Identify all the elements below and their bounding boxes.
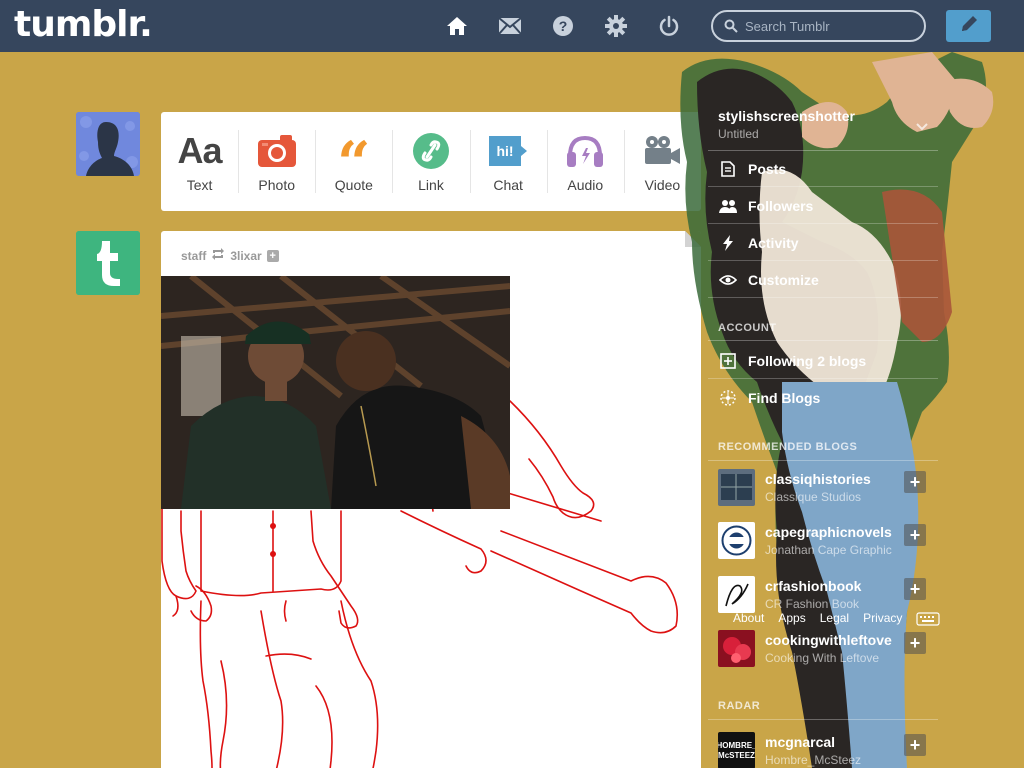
- post-audio-button[interactable]: Audio: [546, 112, 624, 211]
- post-quote-button[interactable]: “ Quote: [315, 112, 392, 211]
- sidebar-item-label: Customize: [748, 271, 819, 288]
- document-icon: [718, 160, 738, 177]
- account-section-header: ACCOUNT: [718, 322, 777, 334]
- search-box[interactable]: [711, 10, 926, 42]
- blog-thumbnail: [718, 630, 755, 667]
- people-icon: [718, 199, 738, 213]
- quote-icon: “: [337, 133, 371, 174]
- lightning-icon: [718, 234, 738, 251]
- footer-link-apps[interactable]: Apps: [778, 611, 805, 625]
- blog-name: mcgnarcal: [765, 734, 836, 750]
- top-bar: tumblr. ?: [0, 0, 1024, 52]
- sidebar-item-activity[interactable]: Activity: [708, 225, 938, 261]
- sidebar-divider: [708, 460, 938, 461]
- blog-title[interactable]: stylishscreenshotter: [718, 108, 855, 124]
- follow-blog-button[interactable]: +: [904, 471, 926, 493]
- follow-blog-button[interactable]: +: [904, 524, 926, 546]
- blog-name: capegraphicnovels: [765, 524, 892, 540]
- blog-subtitle: Cooking With Leftove: [765, 651, 880, 665]
- post-chat-button[interactable]: hi! Chat: [469, 112, 547, 211]
- post-card: staff 3lixar +: [161, 231, 701, 768]
- home-icon[interactable]: [445, 14, 469, 38]
- sidebar-item-label: Find Blogs: [748, 390, 821, 406]
- blog-subtitle: Untitled: [718, 127, 759, 141]
- headphones-icon: [566, 131, 604, 171]
- blog-subtitle: Jonathan Cape Graphic: [765, 543, 892, 557]
- compose-button[interactable]: [946, 10, 991, 42]
- sidebar-item-customize[interactable]: Customize: [708, 262, 938, 298]
- sidebar-item-label: Posts: [748, 160, 787, 177]
- search-icon: [724, 19, 738, 38]
- post-type-label: Audio: [567, 176, 604, 193]
- sidebar-item-find-blogs[interactable]: Find Blogs: [708, 380, 938, 416]
- recommended-blog[interactable]: capegraphicnovels Jonathan Cape Graphic …: [718, 522, 938, 562]
- link-icon: [412, 131, 449, 171]
- radar-section-header: RADAR: [718, 700, 761, 712]
- sidebar-item-label: Followers: [748, 197, 814, 214]
- gear-icon[interactable]: [604, 14, 628, 38]
- blog-subtitle: Classique Studios: [765, 490, 862, 504]
- blog-thumbnail: HOMBRE_ McSTEEZ: [718, 732, 755, 768]
- footer-link-privacy[interactable]: Privacy: [863, 611, 902, 625]
- sidebar-item-followers[interactable]: Followers: [708, 188, 938, 224]
- blog-name: crfashionbook: [765, 578, 862, 594]
- post-type-label: Link: [418, 176, 444, 193]
- camera-icon: [257, 131, 296, 171]
- thumbnail-text: McSTEEZ: [718, 750, 755, 760]
- recommended-blog[interactable]: crfashionbook CR Fashion Book +: [718, 576, 938, 616]
- post-text-button[interactable]: Aa Text: [161, 112, 238, 211]
- sidebar-item-label: Following 2 blogs: [748, 352, 867, 369]
- keyboard-icon[interactable]: [916, 612, 940, 631]
- sidebar-item-following[interactable]: Following 2 blogs: [708, 343, 938, 379]
- follow-blog-button[interactable]: +: [904, 578, 926, 600]
- sidebar-item-label: Activity: [748, 234, 799, 251]
- recommended-blog[interactable]: cookingwithleftove Cooking With Leftove …: [718, 630, 938, 670]
- blog-thumbnail: [718, 469, 755, 506]
- pencil-icon: [959, 14, 979, 39]
- follow-blog-button[interactable]: +: [904, 734, 926, 756]
- post-type-bar: Aa Text Photo “ Quote Link hi! Chat Audi…: [161, 112, 701, 211]
- footer-link-legal[interactable]: Legal: [820, 611, 849, 625]
- post-photo-button[interactable]: Photo: [238, 112, 315, 211]
- blog-subtitle: Hombre_McSteez: [765, 753, 862, 767]
- tumblr-logo[interactable]: tumblr.: [14, 4, 153, 45]
- blog-thumbnail: [718, 576, 755, 613]
- sidebar-divider: [708, 340, 938, 341]
- post-type-label: Chat: [493, 176, 523, 193]
- chevron-down-icon[interactable]: [916, 120, 928, 134]
- add-person-icon: [718, 352, 738, 369]
- post-type-label: Text: [186, 176, 213, 193]
- user-avatar[interactable]: [76, 112, 140, 176]
- search-input[interactable]: [745, 17, 920, 35]
- post-type-label: Photo: [258, 176, 295, 193]
- footer-links: About Apps Legal Privacy: [733, 611, 902, 625]
- blog-name: cookingwithleftove: [765, 632, 892, 648]
- recommended-section-header: RECOMMENDED BLOGS: [718, 441, 858, 453]
- help-icon[interactable]: ?: [551, 14, 575, 38]
- text-icon: Aa: [177, 129, 223, 171]
- radar-blog[interactable]: HOMBRE_ McSTEEZ mcgnarcal Hombre_McSteez…: [718, 732, 938, 768]
- mail-icon[interactable]: [498, 14, 522, 38]
- blog-subtitle: CR Fashion Book: [765, 597, 860, 611]
- staff-avatar[interactable]: [76, 231, 140, 295]
- post-link-button[interactable]: Link: [392, 112, 469, 211]
- power-icon[interactable]: [657, 14, 681, 38]
- svg-text:hi!: hi!: [497, 143, 514, 159]
- compass-icon: [718, 389, 738, 407]
- sidebar-item-posts[interactable]: Posts: [708, 151, 938, 187]
- sidebar-divider: [708, 719, 938, 720]
- svg-text:?: ?: [559, 18, 568, 34]
- footer-link-about[interactable]: About: [733, 611, 764, 625]
- blog-name: classiqhistories: [765, 471, 871, 487]
- post-photo[interactable]: [161, 276, 510, 509]
- eye-icon: [718, 274, 738, 286]
- follow-blog-button[interactable]: +: [904, 632, 926, 654]
- blog-thumbnail: [718, 522, 755, 559]
- recommended-blog[interactable]: classiqhistories Classique Studios +: [718, 469, 938, 509]
- thumbnail-text: HOMBRE_: [718, 740, 755, 750]
- post-type-label: Quote: [334, 176, 373, 193]
- chat-icon: hi!: [487, 131, 529, 171]
